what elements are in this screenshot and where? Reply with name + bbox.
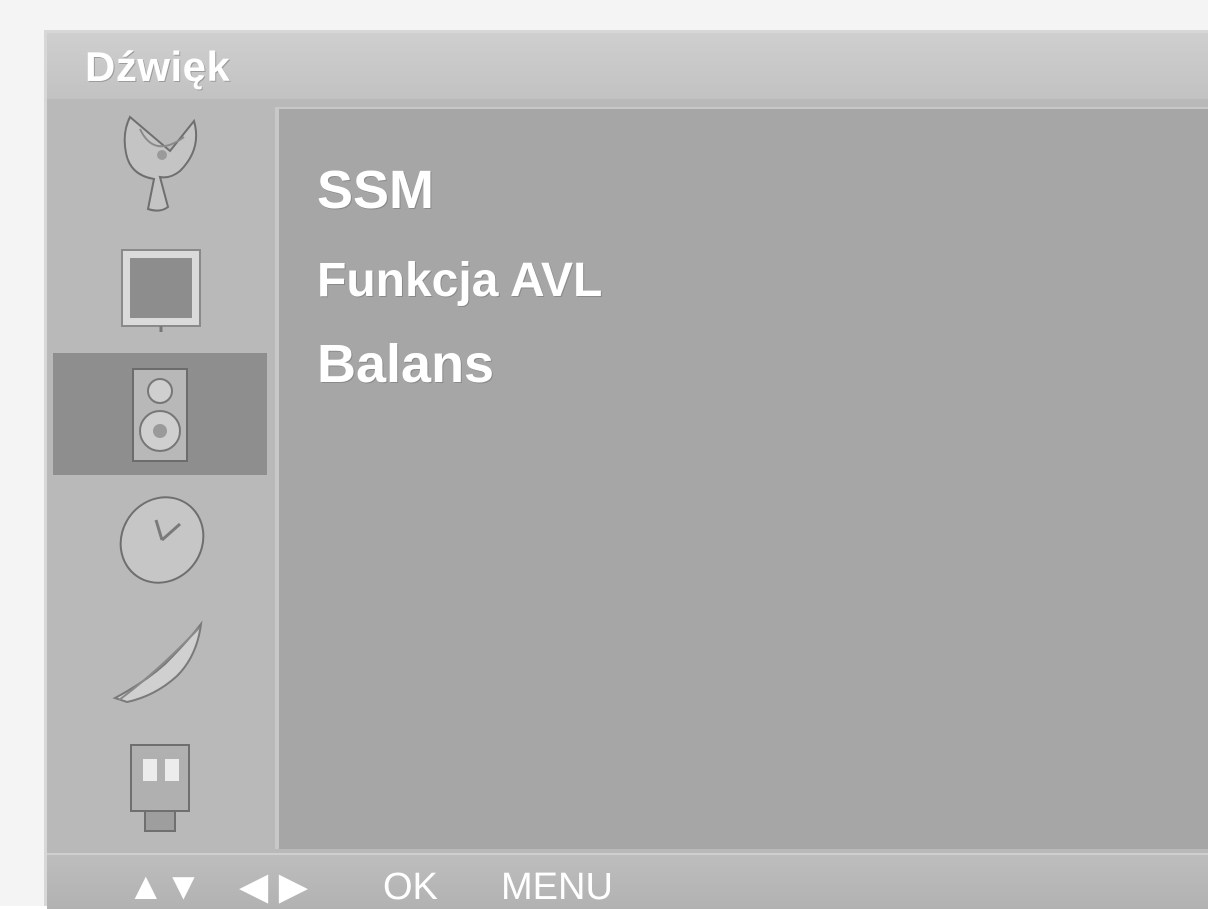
menu-item-ssm[interactable]: SSM (317, 159, 434, 221)
speaker-icon (132, 368, 188, 462)
category-sidebar (53, 103, 267, 853)
menu-item-avl[interactable]: Funkcja AVL (317, 253, 602, 308)
submenu-panel: SSM Funkcja AVL Balans (275, 107, 1208, 849)
title-bar: Dźwięk (47, 33, 1208, 99)
picture-screen-icon (121, 249, 201, 332)
sidebar-item-special[interactable] (53, 601, 267, 723)
clock-icon (119, 496, 205, 584)
sidebar-item-picture[interactable] (53, 227, 267, 349)
tv-screen: Dźwięk SSM Funkcja AVL Balans ▲▼ ◀ ▶ OK … (0, 0, 1208, 909)
ok-hint: OK (383, 866, 438, 908)
menu-title: Dźwięk (85, 43, 231, 90)
updown-arrows-icon: ▲▼ (127, 866, 203, 908)
satellite-dish-icon (123, 115, 198, 212)
sidebar-item-sound[interactable] (53, 353, 267, 475)
leftright-arrows-icon: ◀ ▶ (239, 866, 309, 908)
sidebar-item-station[interactable] (53, 103, 267, 225)
feather-icon (112, 620, 203, 704)
menu-item-balance[interactable]: Balans (317, 333, 494, 395)
navigation-hint-bar: ▲▼ ◀ ▶ OK MENU (47, 853, 1208, 909)
sidebar-item-time[interactable] (53, 479, 267, 601)
sidebar-item-input[interactable] (53, 725, 267, 847)
input-connector-icon (130, 744, 190, 832)
osd-menu: Dźwięk SSM Funkcja AVL Balans ▲▼ ◀ ▶ OK … (44, 30, 1208, 909)
menu-hint: MENU (501, 866, 613, 908)
